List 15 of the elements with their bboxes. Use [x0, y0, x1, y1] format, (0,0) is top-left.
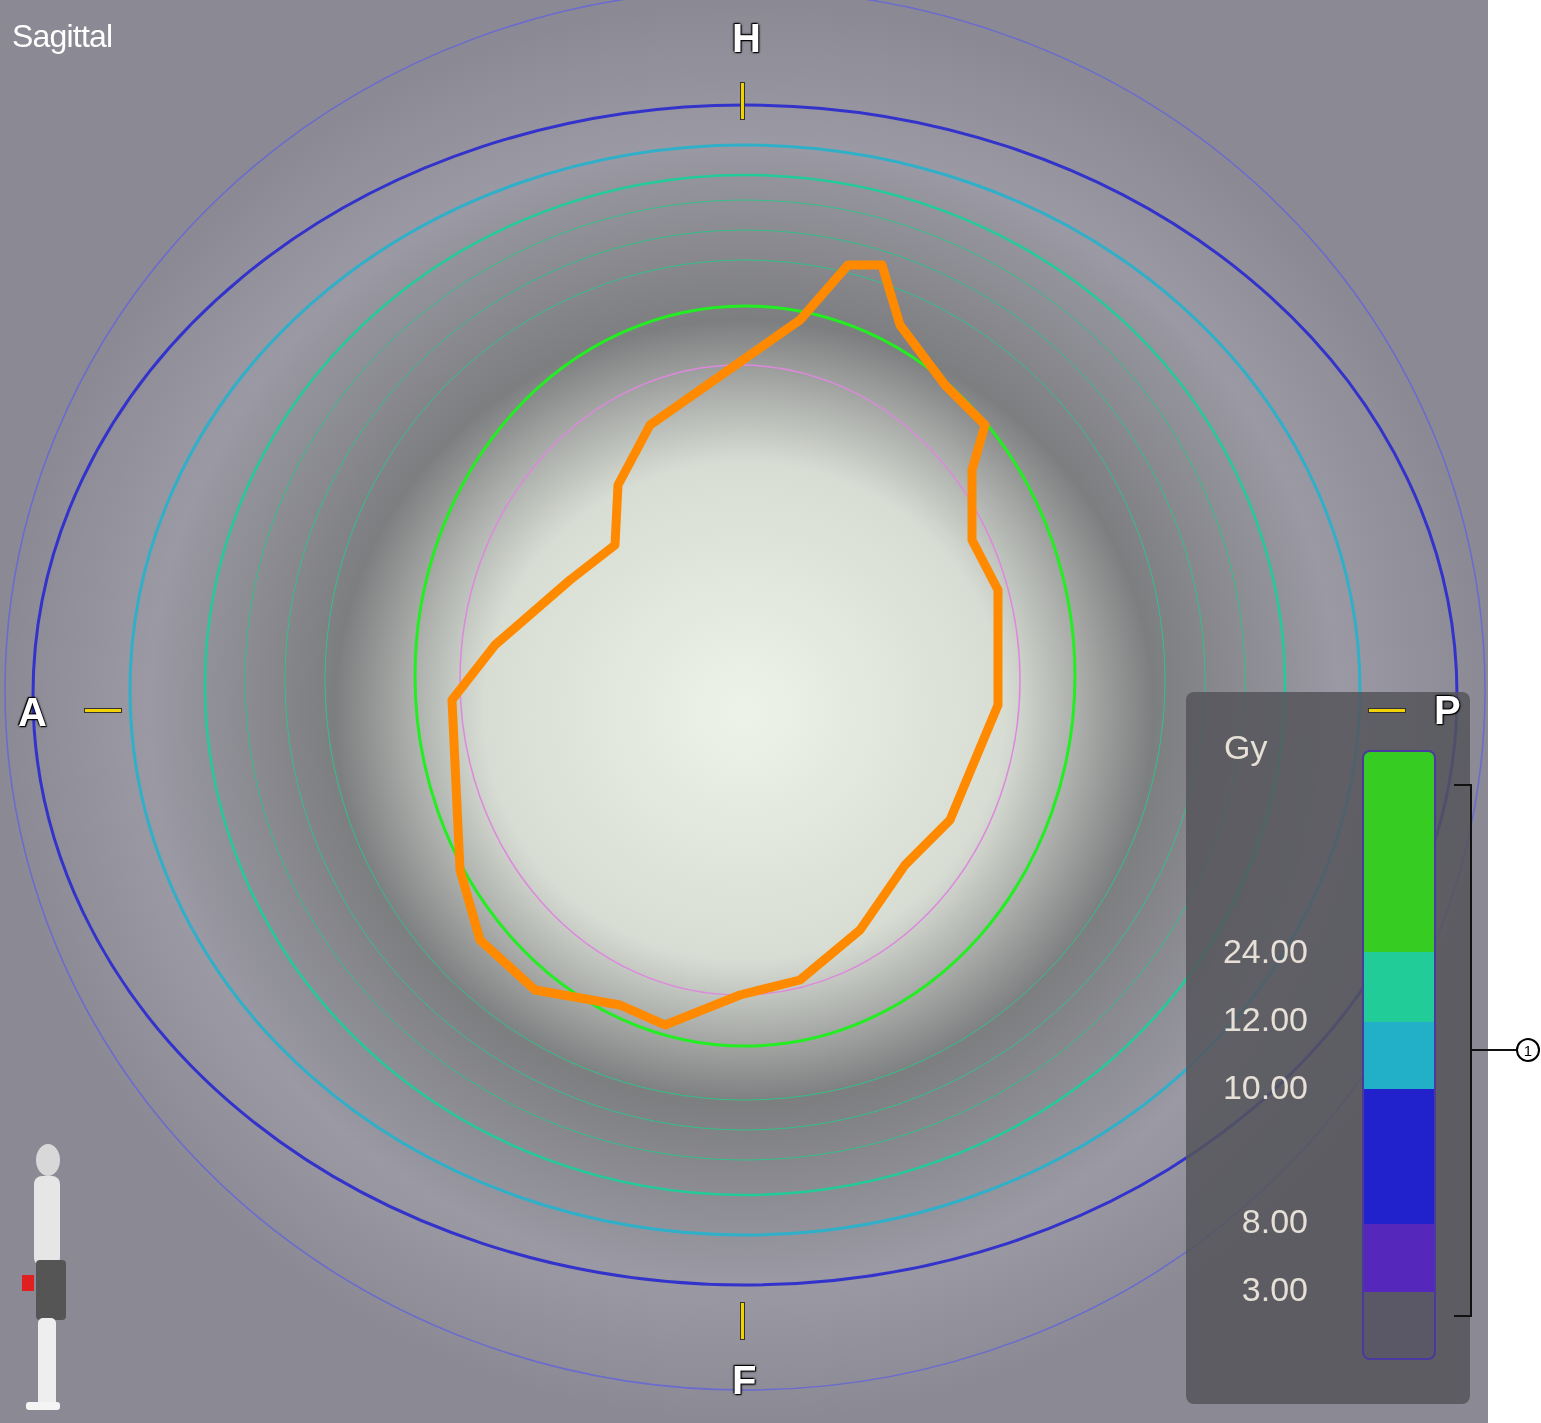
orientation-label: F: [732, 1360, 757, 1400]
orientation-tick: [740, 1302, 745, 1340]
legend-tick-label: 12.00: [1222, 1002, 1308, 1036]
callout-number: 1: [1516, 1038, 1540, 1062]
orientation-label: H: [732, 18, 761, 58]
orientation-tick: [1368, 708, 1406, 713]
legend-tick-label: 8.00: [1241, 1204, 1308, 1238]
legend-unit: Gy: [1224, 727, 1268, 768]
legend-tick-label: 24.00: [1222, 934, 1308, 968]
view-title: Sagittal: [12, 17, 113, 56]
legend-tick-label: 10.00: [1222, 1070, 1308, 1104]
orientation-tick: [740, 82, 745, 120]
orientation-label: P: [1434, 690, 1461, 730]
legend-tick-label: 3.00: [1241, 1272, 1308, 1306]
orientation-tick: [84, 708, 122, 713]
